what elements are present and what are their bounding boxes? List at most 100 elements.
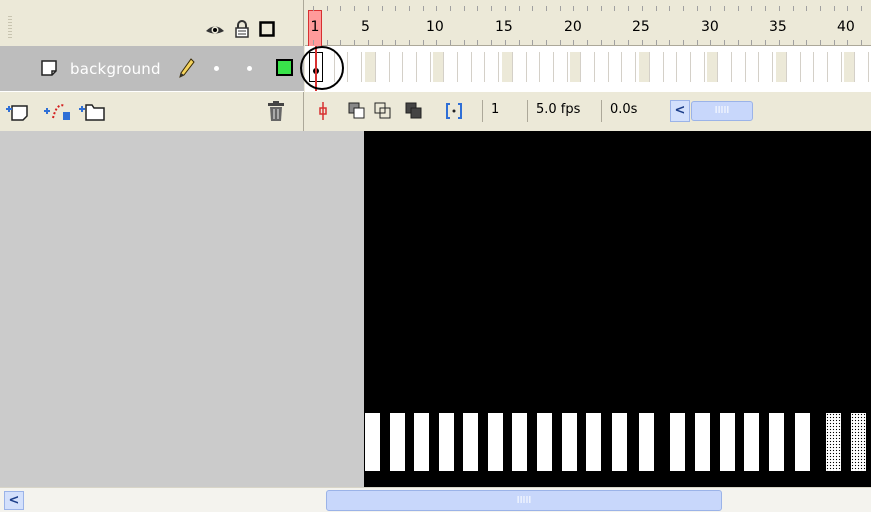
- frame-ruler[interactable]: 1 5 10 15 20 25 30 35 40: [305, 6, 871, 52]
- ruler-tick: [682, 6, 684, 11]
- frame-cell[interactable]: [392, 52, 404, 82]
- layer-row-background[interactable]: background: [0, 46, 304, 91]
- layer-page-icon: [41, 60, 57, 76]
- frame-cell[interactable]: [488, 52, 500, 82]
- ruler-tick: [408, 6, 410, 11]
- white-stripe: [439, 413, 454, 471]
- frame-cell[interactable]: [419, 52, 431, 82]
- insert-layer-icon[interactable]: [5, 100, 29, 122]
- frame-cell[interactable]: [652, 52, 664, 82]
- scroll-thumb[interactable]: IIIII: [326, 490, 722, 511]
- ruler-tick: [573, 40, 575, 45]
- frame-rate-field[interactable]: 5.0 fps: [527, 100, 601, 122]
- stage-canvas[interactable]: [364, 131, 871, 487]
- frame-cell[interactable]: [501, 52, 513, 82]
- frame-cell[interactable]: [721, 52, 732, 82]
- frame-cell[interactable]: [351, 52, 363, 82]
- frame-cell[interactable]: [789, 52, 801, 82]
- scroll-left-icon[interactable]: <: [670, 100, 690, 122]
- ruler-tick: [313, 40, 314, 45]
- frame-cell[interactable]: [844, 52, 856, 82]
- frame-cell[interactable]: [556, 52, 568, 82]
- ruler-number: 25: [632, 19, 650, 35]
- frame-cell[interactable]: [515, 52, 527, 82]
- ruler-tick: [819, 6, 821, 11]
- frame-cell[interactable]: [597, 52, 609, 82]
- ruler-tick: [628, 40, 630, 45]
- ruler-number: 5: [361, 19, 370, 35]
- ruler-tick: [669, 6, 671, 11]
- frame-cell[interactable]: [734, 52, 746, 82]
- frame-track[interactable]: [300, 46, 871, 91]
- layer-outline-color-box[interactable]: [276, 59, 293, 76]
- center-frame-icon[interactable]: [317, 102, 329, 120]
- frame-cell[interactable]: [830, 52, 842, 82]
- ruler-tick: [545, 6, 547, 11]
- onion-skin-outlines-icon[interactable]: [374, 102, 392, 120]
- frame-cell[interactable]: [570, 52, 582, 82]
- frame-cell[interactable]: [405, 52, 417, 82]
- add-motion-guide-icon[interactable]: [43, 100, 73, 122]
- ruler-tick: [436, 40, 438, 45]
- frame-cell[interactable]: [460, 52, 472, 82]
- frame-cell[interactable]: [666, 52, 678, 82]
- frame-cell[interactable]: [364, 52, 376, 82]
- frame-cell[interactable]: [762, 52, 774, 82]
- frame-cell[interactable]: [378, 52, 390, 82]
- frame-cell[interactable]: [474, 52, 486, 82]
- stage-hscroll[interactable]: < IIIII: [0, 487, 871, 512]
- frame-cell[interactable]: [803, 52, 815, 82]
- ruler-tick: [559, 40, 561, 45]
- frames-panel: 1 5 10 15 20 25 30 35 40 1 5.0 fps 0.0s …: [300, 0, 871, 131]
- onion-skin-icon[interactable]: [348, 102, 366, 120]
- scroll-thumb[interactable]: IIIII: [691, 101, 753, 121]
- layer-name[interactable]: background: [70, 60, 161, 78]
- panel-grip-handle[interactable]: [8, 16, 12, 38]
- ruler-tick: [395, 40, 397, 45]
- frame-cell[interactable]: [625, 52, 637, 82]
- frame-cell[interactable]: [584, 52, 595, 82]
- frame-cell[interactable]: [679, 52, 691, 82]
- scroll-left-icon[interactable]: <: [4, 491, 24, 510]
- ruler-tick: [491, 6, 493, 11]
- ruler-tick: [422, 6, 424, 11]
- frame-cell[interactable]: [638, 52, 650, 82]
- timeline-hscroll[interactable]: < IIIII: [670, 100, 754, 122]
- white-stripe: [586, 413, 601, 471]
- frame-cell[interactable]: [529, 52, 541, 82]
- frame-cell[interactable]: [816, 52, 828, 82]
- ruler-tick: [600, 6, 602, 11]
- visibility-dot[interactable]: [214, 66, 219, 71]
- edit-multiple-frames-icon[interactable]: [405, 102, 423, 120]
- frame-cell[interactable]: [693, 52, 705, 82]
- ruler-tick: [354, 40, 356, 45]
- frame-cell[interactable]: [447, 52, 458, 82]
- frame-cell[interactable]: [748, 52, 760, 82]
- ruler-tick: [696, 6, 698, 11]
- frame-cell[interactable]: [433, 52, 445, 82]
- ruler-tick: [463, 6, 465, 11]
- frame-cell[interactable]: [858, 52, 869, 82]
- trash-icon[interactable]: [267, 100, 285, 122]
- stage-area[interactable]: [0, 131, 871, 487]
- frame-cell[interactable]: [775, 52, 787, 82]
- ruler-tick: [518, 6, 520, 11]
- ruler-number: 10: [426, 19, 444, 35]
- ruler-tick: [587, 6, 588, 11]
- ruler-tick: [778, 40, 780, 45]
- stripe-graphic[interactable]: [364, 413, 871, 471]
- lock-icon[interactable]: [235, 20, 249, 38]
- modify-onion-markers-icon[interactable]: [445, 102, 463, 120]
- ruler-tick: [792, 40, 794, 45]
- white-stripe: [769, 413, 784, 471]
- frame-cell[interactable]: [611, 52, 623, 82]
- frame-cell[interactable]: [542, 52, 554, 82]
- outline-icon[interactable]: [259, 20, 275, 38]
- ruler-tick: [477, 6, 479, 11]
- ruler-tick: [408, 40, 410, 45]
- eye-icon[interactable]: [205, 20, 225, 38]
- frame-cell[interactable]: [707, 52, 719, 82]
- lock-dot[interactable]: [247, 66, 252, 71]
- insert-folder-icon[interactable]: [78, 100, 106, 122]
- ruler-tick: [614, 40, 616, 45]
